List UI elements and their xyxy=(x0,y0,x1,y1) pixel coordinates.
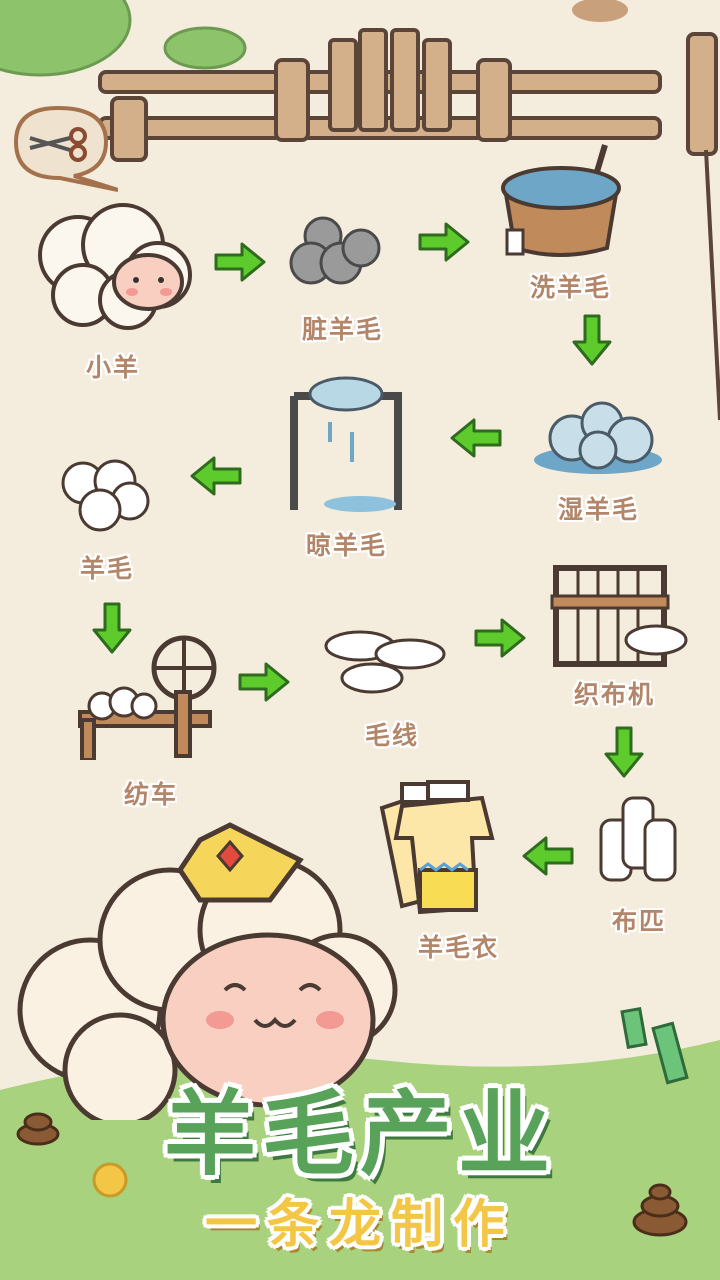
wet-wool-icon[interactable] xyxy=(532,398,667,478)
scissors-icon xyxy=(13,105,119,192)
dirty-wool-icon[interactable] xyxy=(283,208,383,293)
wash-tub-icon[interactable] xyxy=(495,140,635,265)
headline-title: 羊毛产业 xyxy=(163,1081,556,1188)
label-yarn: 毛线 xyxy=(365,721,420,750)
scissors-bubble[interactable] xyxy=(8,98,119,193)
label-dry-wool: 晾羊毛 xyxy=(306,531,388,560)
loom-icon[interactable] xyxy=(548,556,693,671)
wool-icon[interactable] xyxy=(55,455,155,535)
cloth-rolls-icon[interactable] xyxy=(593,790,683,890)
lamb-icon[interactable] xyxy=(28,200,198,335)
label-loom: 织布机 xyxy=(574,680,656,709)
label-wash-wool: 洗羊毛 xyxy=(530,273,612,302)
label-lamb: 小羊 xyxy=(86,353,141,382)
label-cloth: 布匹 xyxy=(612,907,667,936)
label-sweater: 羊毛衣 xyxy=(418,933,500,962)
label-wet-wool: 湿羊毛 xyxy=(558,495,640,524)
spinning-wheel-icon[interactable] xyxy=(72,630,222,760)
yarn-icon[interactable] xyxy=(318,628,448,698)
drying-rack-icon[interactable] xyxy=(280,372,420,522)
headline-subtitle: 一条龙制作 xyxy=(204,1195,515,1255)
label-dirty-wool: 脏羊毛 xyxy=(302,315,384,344)
label-spinning-wheel: 纺车 xyxy=(124,780,179,809)
label-wool: 羊毛 xyxy=(80,554,135,583)
